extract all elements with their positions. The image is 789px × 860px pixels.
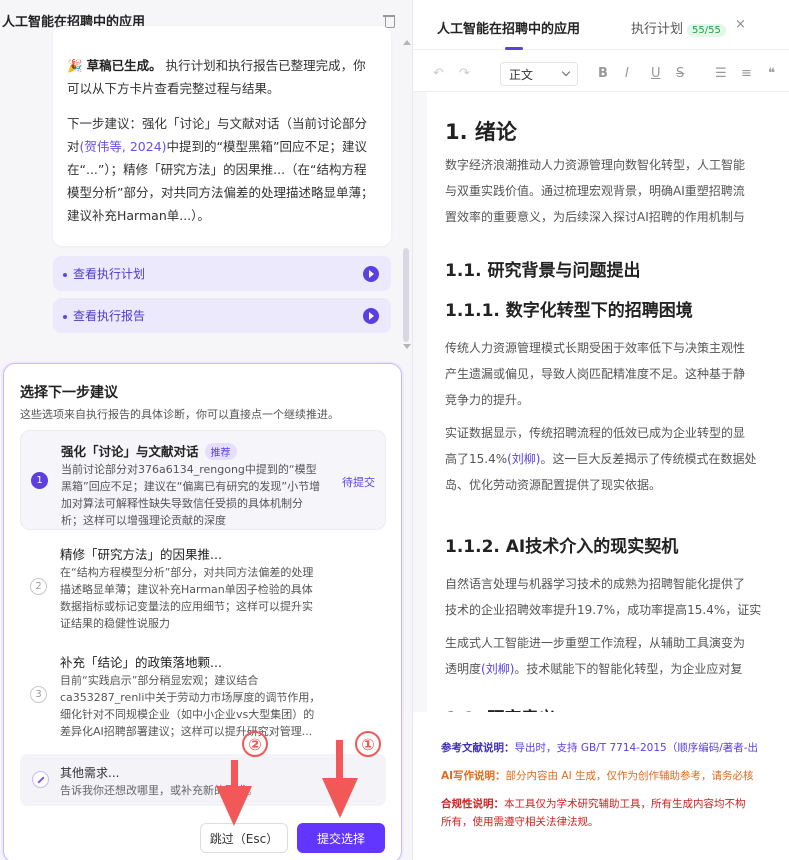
tab-execution-plan[interactable]: 执行计划 55/55	[631, 18, 726, 37]
annotation-number-2: ②	[242, 731, 268, 757]
quote-icon[interactable]: ❝	[768, 66, 775, 81]
pending-status: 待提交	[342, 476, 375, 489]
citation-link[interactable]: (刘柳)	[481, 662, 514, 676]
recommended-badge: 推荐	[204, 443, 237, 460]
bullet-list-icon[interactable]: ☰	[715, 66, 727, 81]
tab-bar: 人工智能在招聘中的应用 执行计划 55/55 ×	[413, 0, 789, 50]
scroll-down-arrow-icon[interactable]	[403, 344, 411, 349]
paragraph-2: 传统人力资源管理模式长期受困于效率低下与决策主观性 产生遗漏或偏见，导致人岗匹配…	[445, 341, 746, 407]
heading-1-1-1: 1.1.1. 数字化转型下的招聘困境	[445, 301, 693, 321]
option-number: 1	[31, 472, 48, 489]
option-description: 目前“实践启示”部分稍显宏观；建议结合ca353287_renli中关于劳动力市…	[60, 674, 321, 738]
option-number: 2	[30, 578, 47, 595]
message-headline: 草稿已生成。	[86, 58, 162, 73]
heading-1-1-2: 1.1.2. AI技术介入的现实契机	[445, 537, 679, 557]
view-report-card[interactable]: 查看执行报告	[53, 298, 391, 333]
submit-button[interactable]: 提交选择	[297, 823, 385, 853]
heading-1: 1. 绪论	[445, 120, 517, 144]
edit-icon	[32, 771, 49, 788]
underline-icon[interactable]: U	[651, 66, 661, 81]
style-value: 正文	[509, 68, 534, 82]
document-page[interactable]: 1. 绪论 数字经济浪潮推动人力资源管理向数智化转型，人工智能 与双重实践价值。…	[427, 92, 789, 712]
reference-note: 参考文献说明：导出时，支持 GB/T 7714-2015（顺序编码/著者-出	[441, 742, 759, 754]
bullet-icon	[63, 272, 67, 277]
option-description: 当前讨论部分对376a6134_rengong中提到的“模型黑箱”回应不足；建议…	[61, 463, 321, 527]
italic-icon[interactable]: I	[625, 66, 629, 81]
annotation-arrow-1-stem	[336, 740, 343, 780]
paragraph-style-select[interactable]: 正文	[500, 62, 578, 86]
option-title: 精修「研究方法」的因果推...	[60, 547, 222, 562]
plan-count-badge: 55/55	[687, 24, 726, 37]
citation-link[interactable]: (贺伟等, 2024)	[80, 139, 167, 154]
editor-panel: 人工智能在招聘中的应用 执行计划 55/55 × ↶ ↷ 正文 B I U S ☰…	[412, 0, 789, 860]
document-area: 1. 绪论 数字经济浪潮推动人力资源管理向数智化转型，人工智能 与双重实践价值。…	[413, 92, 789, 712]
suggestions-subtitle: 这些选项来自执行报告的具体诊断，你可以直接点一个继续推进。	[20, 408, 339, 421]
suggestions-title: 选择下一步建议	[20, 385, 118, 401]
heading-1-2: 1.2. 研究意义	[445, 704, 556, 712]
option-title: 补充「结论」的政策落地颗...	[60, 655, 222, 670]
numbered-list-icon[interactable]: ≡	[741, 66, 752, 81]
option-title: 强化「讨论」与文献对话 推荐	[61, 441, 237, 460]
heading-1-1: 1.1. 研究背景与问题提出	[445, 261, 641, 281]
redo-icon[interactable]: ↷	[459, 66, 470, 81]
ai-writing-note: AI写作说明：部分内容由 AI 生成，仅作为创作辅助参考，请务必核	[441, 770, 754, 782]
bullet-icon	[63, 314, 67, 319]
close-icon[interactable]: ×	[735, 17, 746, 32]
suggestion-option-1[interactable]: 1 强化「讨论」与文献对话 推荐 当前讨论部分对376a6134_rengong中…	[20, 430, 386, 530]
party-icon: 🎉	[67, 58, 83, 73]
notes-section: 参考文献说明：导出时，支持 GB/T 7714-2015（顺序编码/著者-出 A…	[413, 718, 789, 858]
annotation-arrow-1-icon	[322, 778, 358, 818]
strikethrough-icon[interactable]: S	[676, 66, 684, 81]
annotation-number-1: ①	[355, 731, 381, 757]
suggestion-option-3[interactable]: 3 补充「结论」的政策落地颗... 目前“实践启示”部分稍显宏观；建议结合ca3…	[20, 652, 386, 742]
compliance-note-line2: 所有，使用需遵守相关法律法规。	[441, 816, 599, 828]
other-title: 其他需求...	[60, 766, 120, 780]
chevron-down-icon	[561, 67, 571, 77]
compliance-note: 合规性说明：本工具仅为学术研究辅助工具，所有生成内容均不构	[441, 798, 746, 810]
intro-paragraph: 数字经济浪潮推动人力资源管理向数智化转型，人工智能 与双重实践价值。通过梳理宏观…	[445, 158, 746, 224]
chat-panel: 人工智能在招聘中的应用 🎉 草稿已生成。 执行计划和执行报告已整理完成，你可以从…	[0, 0, 412, 860]
option-description: 在“结构方程模型分析”部分，对共同方法偏差的处理描述略显单薄；建议补充Harma…	[60, 566, 314, 630]
scroll-up-arrow-icon[interactable]	[403, 40, 411, 45]
skip-button[interactable]: 跳过（Esc）	[200, 823, 288, 853]
tab-document[interactable]: 人工智能在招聘中的应用	[437, 18, 580, 37]
arrow-right-icon[interactable]	[363, 307, 379, 324]
arrow-right-icon[interactable]	[363, 265, 379, 282]
bold-icon[interactable]: B	[598, 66, 608, 81]
paragraph-3: 实证数据显示，传统招聘流程的低效已成为企业转型的显 高了15.4%(刘柳)。这一…	[445, 426, 757, 492]
undo-icon[interactable]: ↶	[433, 66, 444, 81]
assistant-message: 🎉 草稿已生成。 执行计划和执行报告已整理完成，你可以从下方卡片查看完整过程与结…	[53, 26, 391, 246]
paragraph-4: 自然语言处理与机器学习技术的成熟为招聘智能化提供了 技术的企业招聘效率提升19.…	[445, 577, 762, 617]
message-summary: 🎉 草稿已生成。 执行计划和执行报告已整理完成，你可以从下方卡片查看完整过程与结…	[67, 54, 377, 100]
option-number: 3	[30, 686, 47, 703]
annotation-arrow-2-icon	[216, 786, 252, 826]
suggestion-option-2[interactable]: 2 精修「研究方法」的因果推... 在“结构方程模型分析”部分，对共同方法偏差的…	[20, 544, 386, 634]
view-report-label: 查看执行报告	[73, 309, 146, 323]
editor-toolbar: ↶ ↷ 正文 B I U S ☰ ≡ ❝	[413, 56, 789, 92]
scrollbar-thumb[interactable]	[403, 248, 409, 342]
message-next-steps: 下一步建议：强化「讨论」与文献对话（当前讨论部分对(贺伟等, 2024)中提到的…	[67, 112, 377, 227]
paragraph-5: 生成式人工智能进一步重塑工作流程，从辅助工具演变为 透明度(刘柳)。技术赋能下的…	[445, 636, 746, 676]
active-tab-indicator	[505, 47, 523, 50]
citation-link[interactable]: (刘柳)	[507, 452, 540, 466]
view-plan-label: 查看执行计划	[73, 267, 146, 281]
view-plan-card[interactable]: 查看执行计划	[53, 256, 391, 291]
